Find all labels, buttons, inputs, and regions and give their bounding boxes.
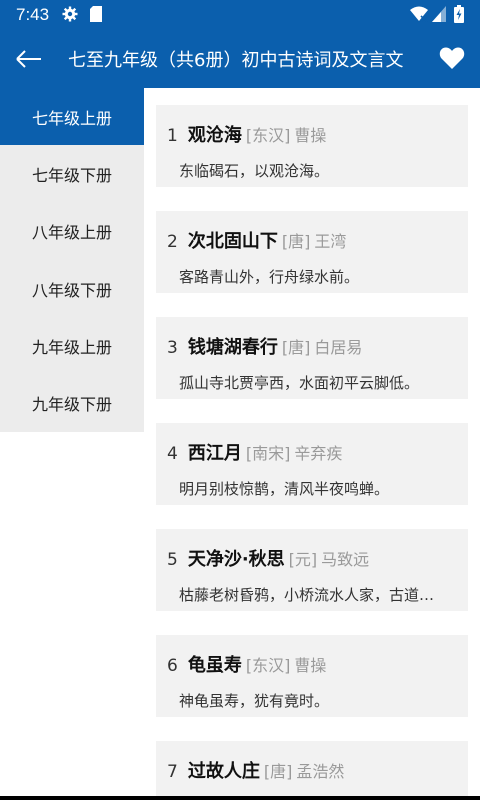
poem-dynasty: [东汉] — [245, 656, 291, 675]
poem-author: 孟浩然 — [296, 762, 345, 781]
poem-title: 观沧海 — [187, 125, 242, 146]
poem-first-line: 神龟虽寿，犹有竟时。 — [179, 692, 330, 710]
poem-card[interactable]: 2 次北固山下 [唐] 王湾客路青山外，行舟绿水前。 — [156, 211, 468, 293]
poem-author: 马致远 — [321, 550, 370, 569]
app-bar: 七至九年级（共6册）初中古诗词及文言文 — [0, 30, 480, 88]
poem-author: 曹操 — [294, 656, 327, 675]
poem-dynasty: [唐] — [263, 762, 293, 781]
sidebar-item-3[interactable]: 八年级上册 — [0, 203, 144, 260]
poem-header: 1 观沧海 [东汉] 曹操 — [167, 121, 326, 147]
poem-title: 龟虽寿 — [187, 655, 242, 676]
poem-header: 7 过故人庄 [唐] 孟浩然 — [167, 757, 344, 783]
sidebar-item-2[interactable]: 七年级下册 — [0, 145, 144, 202]
sidebar-item-1[interactable]: 七年级上册 — [0, 88, 144, 146]
bottom-bar — [0, 796, 480, 800]
poem-author: 曹操 — [294, 126, 327, 145]
poem-dynasty: [元] — [288, 550, 318, 569]
poem-number: 2 — [167, 232, 178, 252]
battery-icon — [454, 5, 464, 23]
signal-icon — [432, 6, 446, 22]
poem-number: 6 — [167, 656, 178, 676]
poem-title: 次北固山下 — [187, 231, 278, 252]
gear-icon — [62, 6, 78, 22]
poem-author: 白居易 — [314, 338, 363, 357]
status-time: 7:43 — [16, 5, 50, 24]
poem-card[interactable]: 7过故人庄[唐]孟浩然故人具鸡黍，邀我至田家。 — [156, 741, 468, 800]
poem-header: 5 天净沙·秋思 [元] 马致远 — [167, 545, 369, 571]
poem-title: 天净沙·秋思 — [187, 549, 285, 570]
poem-first-line: 枯藤老树昏鸦，小桥流水人家，古道… — [179, 586, 435, 604]
poem-dynasty: [唐] — [281, 338, 311, 357]
poem-dynasty: [东汉] — [245, 126, 291, 145]
poem-title: 钱塘湖春行 — [187, 337, 278, 358]
poem-first-line: 孤山寺北贾亭西，水面初平云脚低。 — [179, 374, 420, 392]
poem-dynasty: [南宋] — [245, 444, 291, 463]
poem-header: 2 次北固山下 [唐] 王湾 — [167, 227, 346, 253]
poem-header: 3 钱塘湖春行 [唐] 白居易 — [167, 333, 362, 359]
poem-number: 4 — [167, 444, 178, 464]
poem-number: 7 — [167, 762, 178, 782]
poem-first-line: 明月别枝惊鹊，清风半夜鸣蝉。 — [179, 480, 390, 498]
poem-author: 王湾 — [314, 232, 347, 251]
wifi-icon — [410, 6, 428, 22]
poem-number: 3 — [167, 338, 178, 358]
grade-sidebar: 七年级上册 七年级下册 八年级上册 八年级下册 九年级上册 九年级下册 — [0, 88, 144, 432]
poem-number: 5 — [167, 550, 178, 570]
poem-card[interactable]: 3 钱塘湖春行 [唐] 白居易孤山寺北贾亭西，水面初平云脚低。 — [156, 317, 468, 399]
poem-header: 4 西江月 [南宋] 辛弃疾 — [167, 439, 342, 465]
poem-first-line: 客路青山外，行舟绿水前。 — [179, 268, 360, 286]
poem-dynasty: [唐] — [281, 232, 311, 251]
poem-list[interactable]: 1 观沧海 [东汉] 曹操 东临碣石，以观沧海。 2 次北固山下 [唐] 王湾 客路青山外，行舟绿… — [144, 88, 480, 800]
poem-author: 辛弃疾 — [294, 444, 343, 463]
sd-card-icon — [90, 6, 102, 22]
poem-card[interactable]: 1 观沧海 [东汉] 曹操东临碣石，以观沧海。 — [156, 105, 468, 187]
poem-title: 过故人庄 — [187, 761, 260, 782]
status-bar: 7:43 — [0, 0, 480, 30]
poem-card[interactable]: 5 天净沙·秋思 [元] 马致远枯藤老树昏鸦，小桥流水人家，古道… — [156, 529, 468, 611]
poem-card[interactable]: 4 西江月 [南宋] 辛弃疾明月别枝惊鹊，清风半夜鸣蝉。 — [156, 423, 468, 505]
arrow-left-icon[interactable] — [14, 44, 44, 74]
poem-header: 6 龟虽寿 [东汉] 曹操 — [167, 651, 326, 677]
sidebar-item-5[interactable]: 九年级上册 — [0, 317, 144, 374]
poem-title: 西江月 — [187, 443, 242, 464]
sidebar-item-4[interactable]: 八年级下册 — [0, 260, 144, 317]
poem-card[interactable]: 6 龟虽寿 [东汉] 曹操神龟虽寿，犹有竟时。 — [156, 635, 468, 717]
poem-first-line: 东临碣石，以观沧海。 — [179, 162, 330, 180]
sidebar-item-6[interactable]: 九年级下册 — [0, 374, 144, 431]
page-title: 七至九年级（共6册）初中古诗词及文言文 — [68, 50, 404, 71]
heart-icon[interactable] — [439, 46, 465, 70]
poem-number: 1 — [167, 126, 178, 146]
